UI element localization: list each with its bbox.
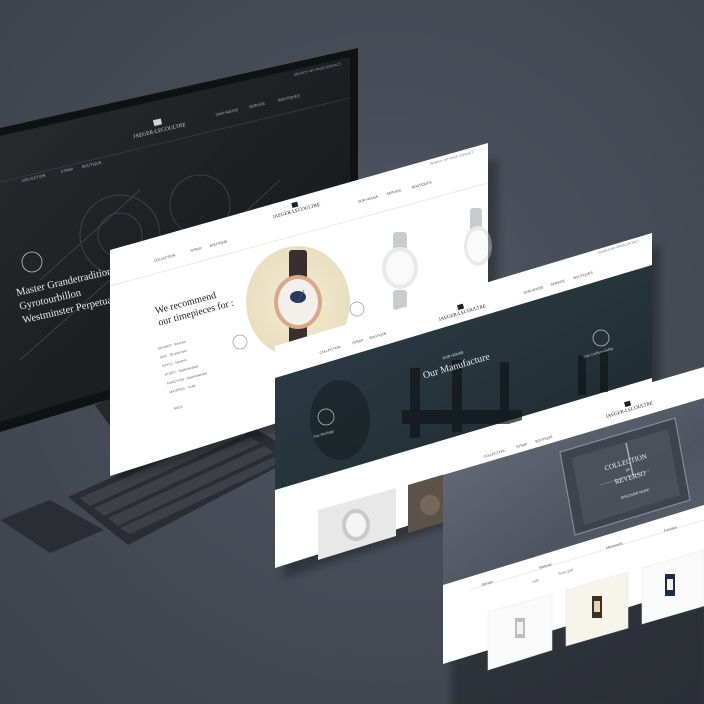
scene: JAEGER-LECOULTRE SEARCH MY PAGE CONTACT … <box>0 48 704 704</box>
manufacture-tile-1-watch <box>342 509 370 541</box>
